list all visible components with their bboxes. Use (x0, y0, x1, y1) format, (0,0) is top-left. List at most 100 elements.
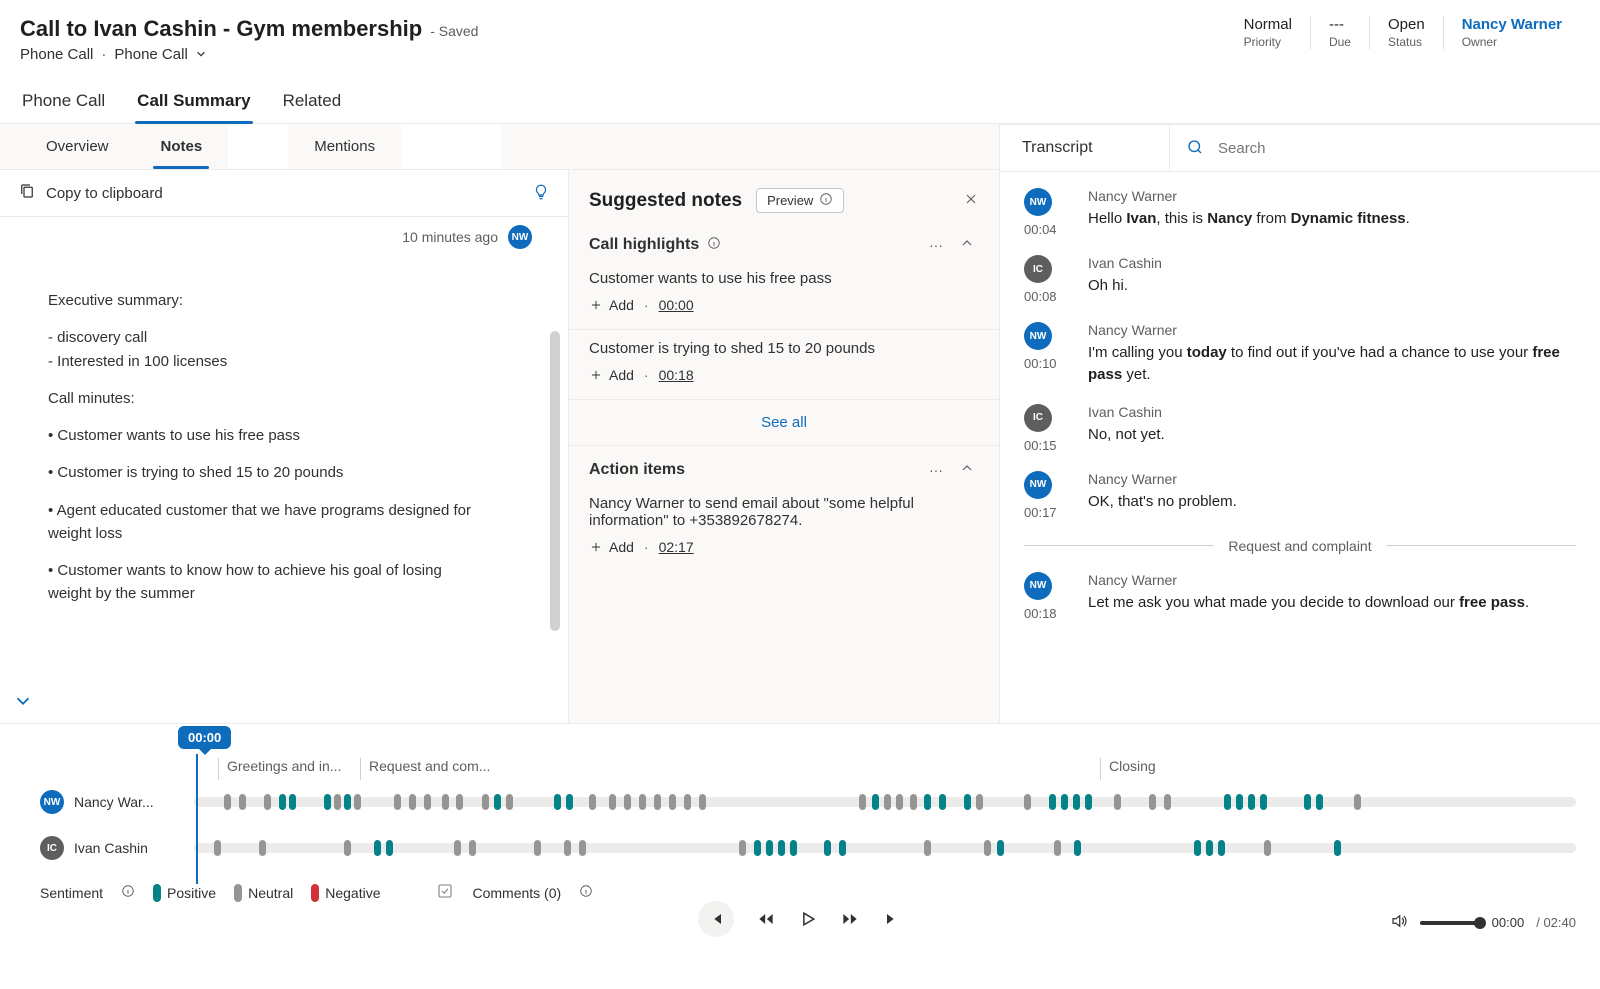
sentiment-tick[interactable] (442, 794, 449, 810)
sentiment-tick[interactable] (224, 794, 231, 810)
sentiment-tick[interactable] (482, 794, 489, 810)
sentiment-tick[interactable] (239, 794, 246, 810)
sentiment-tick[interactable] (896, 794, 903, 810)
skip-end-icon[interactable] (882, 909, 902, 929)
timestamp-link[interactable]: 00:18 (659, 367, 694, 383)
sentiment-tick[interactable] (939, 794, 946, 810)
sentiment-tick[interactable] (1224, 794, 1231, 810)
sentiment-track[interactable] (194, 843, 1576, 853)
sentiment-tick[interactable] (924, 840, 931, 856)
sentiment-tick[interactable] (1354, 794, 1361, 810)
due-field[interactable]: --- Due (1310, 16, 1369, 49)
collapse-chevron-icon[interactable] (12, 690, 34, 715)
sentiment-tick[interactable] (684, 794, 691, 810)
sentiment-tick[interactable] (344, 840, 351, 856)
transcript-row[interactable]: NW 00:10 Nancy Warner I'm calling you to… (1024, 322, 1576, 386)
sentiment-tick[interactable] (624, 794, 631, 810)
subtab-notes[interactable]: Notes (135, 124, 229, 169)
sentiment-tick[interactable] (1248, 794, 1255, 810)
sentiment-tick[interactable] (609, 794, 616, 810)
sentiment-tick[interactable] (699, 794, 706, 810)
add-button[interactable]: Add (589, 539, 634, 555)
info-icon[interactable] (707, 236, 721, 253)
sentiment-tick[interactable] (1334, 840, 1341, 856)
sentiment-tick[interactable] (1061, 794, 1068, 810)
more-icon[interactable]: ··· (925, 462, 947, 478)
volume-icon[interactable] (1390, 912, 1408, 933)
sentiment-tick[interactable] (964, 794, 971, 810)
tab-call-summary[interactable]: Call Summary (135, 83, 252, 123)
sentiment-tick[interactable] (344, 794, 351, 810)
transcript-body[interactable]: NW 00:04 Nancy Warner Hello Ivan, this i… (1000, 172, 1600, 723)
sentiment-tick[interactable] (654, 794, 661, 810)
sentiment-tick[interactable] (289, 794, 296, 810)
sentiment-tick[interactable] (589, 794, 596, 810)
segment-label[interactable]: Greetings and in... (218, 758, 358, 780)
sentiment-tick[interactable] (1264, 840, 1271, 856)
sentiment-tick[interactable] (1074, 840, 1081, 856)
sentiment-tick[interactable] (264, 794, 271, 810)
sentiment-tick[interactable] (1316, 794, 1323, 810)
sentiment-tick[interactable] (1024, 794, 1031, 810)
sentiment-tick[interactable] (778, 840, 785, 856)
transcript-row[interactable]: NW 00:04 Nancy Warner Hello Ivan, this i… (1024, 188, 1576, 237)
sentiment-tick[interactable] (469, 840, 476, 856)
sentiment-tick[interactable] (669, 794, 676, 810)
sentiment-tick[interactable] (754, 840, 761, 856)
info-icon[interactable] (121, 884, 135, 901)
sentiment-tick[interactable] (1206, 840, 1213, 856)
sentiment-tick[interactable] (872, 794, 879, 810)
sentiment-tick[interactable] (386, 840, 393, 856)
sentiment-tick[interactable] (214, 840, 221, 856)
sentiment-track[interactable] (194, 797, 1576, 807)
sentiment-tick[interactable] (579, 840, 586, 856)
sentiment-tick[interactable] (824, 840, 831, 856)
sentiment-tick[interactable] (739, 840, 746, 856)
transcript-row[interactable]: NW 00:17 Nancy Warner OK, that's no prob… (1024, 471, 1576, 520)
search-input[interactable] (1214, 128, 1584, 169)
segment-label[interactable]: Request and com... (360, 758, 860, 780)
segment-label[interactable]: Closing (1100, 758, 1500, 780)
sentiment-tick[interactable] (766, 840, 773, 856)
sentiment-tick[interactable] (534, 840, 541, 856)
chevron-up-icon[interactable] (955, 460, 979, 479)
info-icon[interactable] (579, 884, 593, 901)
sentiment-tick[interactable] (910, 794, 917, 810)
sentiment-tick[interactable] (1114, 794, 1121, 810)
sentiment-tick[interactable] (424, 794, 431, 810)
sentiment-tick[interactable] (1054, 840, 1061, 856)
status-field[interactable]: Open Status (1369, 16, 1443, 49)
lightbulb-icon[interactable] (532, 183, 550, 204)
sentiment-tick[interactable] (639, 794, 646, 810)
comments-label[interactable]: Comments (0) (472, 885, 561, 901)
timestamp-link[interactable]: 02:17 (659, 539, 694, 555)
sentiment-tick[interactable] (374, 840, 381, 856)
sentiment-tick[interactable] (1164, 794, 1171, 810)
play-icon[interactable] (798, 909, 818, 929)
skip-start-icon[interactable] (698, 901, 734, 937)
priority-field[interactable]: Normal Priority (1226, 16, 1310, 49)
rewind-icon[interactable] (756, 909, 776, 929)
subtab-mentions[interactable]: Mentions (288, 124, 401, 169)
see-all-button[interactable]: See all (569, 400, 999, 446)
sentiment-tick[interactable] (924, 794, 931, 810)
sentiment-tick[interactable] (564, 840, 571, 856)
sentiment-tick[interactable] (839, 840, 846, 856)
transcript-row[interactable]: IC 00:08 Ivan Cashin Oh hi. (1024, 255, 1576, 304)
transcript-row[interactable]: IC 00:15 Ivan Cashin No, not yet. (1024, 404, 1576, 453)
owner-field[interactable]: Nancy Warner Owner (1443, 16, 1580, 49)
sentiment-tick[interactable] (976, 794, 983, 810)
sentiment-tick[interactable] (859, 794, 866, 810)
sentiment-tick[interactable] (1073, 794, 1080, 810)
sentiment-tick[interactable] (554, 794, 561, 810)
sentiment-tick[interactable] (1085, 794, 1092, 810)
sentiment-tick[interactable] (1194, 840, 1201, 856)
sentiment-tick[interactable] (454, 840, 461, 856)
checkbox-icon[interactable] (436, 882, 454, 903)
sentiment-tick[interactable] (409, 794, 416, 810)
volume-slider[interactable] (1420, 921, 1480, 925)
sentiment-tick[interactable] (1218, 840, 1225, 856)
copy-to-clipboard-button[interactable]: Copy to clipboard (18, 182, 163, 204)
sentiment-tick[interactable] (354, 794, 361, 810)
breadcrumb-form[interactable]: Phone Call (114, 46, 206, 63)
